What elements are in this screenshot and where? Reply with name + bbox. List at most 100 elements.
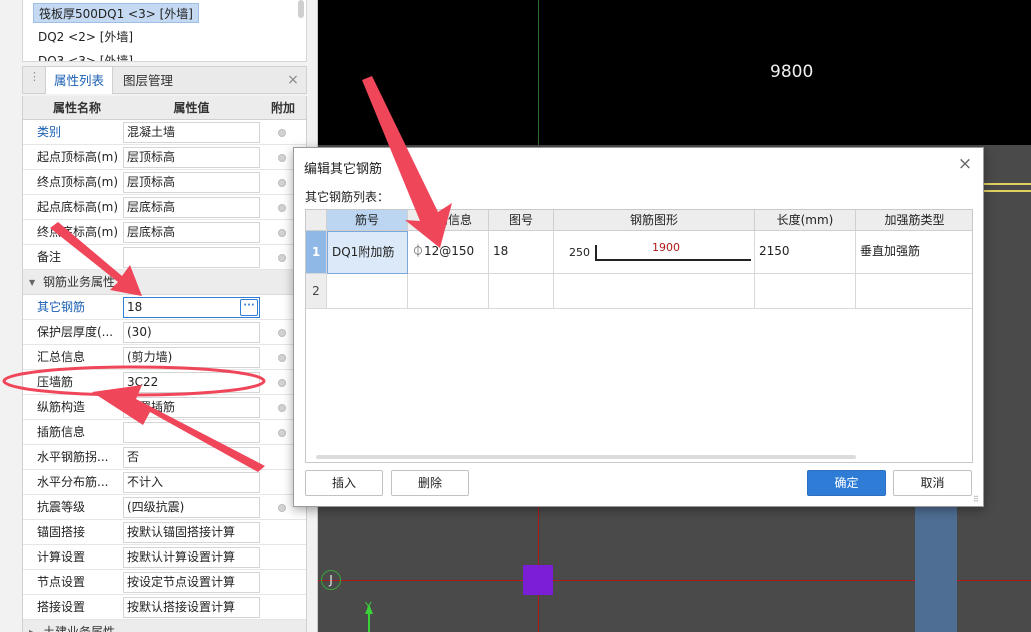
- cell-rebar-type[interactable]: [856, 274, 972, 309]
- property-value[interactable]: 3C22: [123, 372, 260, 393]
- property-value[interactable]: (剪力墙): [123, 347, 260, 368]
- property-row-longitudinal[interactable]: 纵筋构造 设置插筋: [23, 395, 306, 420]
- property-value[interactable]: 层底标高: [123, 197, 260, 218]
- column-header-length[interactable]: 长度(mm): [755, 210, 856, 231]
- cell-length[interactable]: [755, 274, 856, 309]
- property-row-end-top-elev[interactable]: 终点顶标高(m) 层顶标高: [23, 170, 306, 195]
- column-header-rebar-info[interactable]: 钢筋信息: [408, 210, 489, 231]
- extra-checkbox[interactable]: [278, 429, 286, 437]
- property-row-horizontal-dist[interactable]: 水平分布筋... 不计入: [23, 470, 306, 495]
- panel-close-icon[interactable]: ×: [286, 71, 300, 89]
- property-value[interactable]: [123, 247, 260, 268]
- property-value[interactable]: (四级抗震): [123, 497, 260, 518]
- extra-checkbox[interactable]: [278, 504, 286, 512]
- property-row-start-bottom-elev[interactable]: 起点底标高(m) 层底标高: [23, 195, 306, 220]
- property-row-start-top-elev[interactable]: 起点顶标高(m) 层顶标高: [23, 145, 306, 170]
- property-row-dowel-info[interactable]: 插筋信息: [23, 420, 306, 445]
- property-value[interactable]: (30): [123, 322, 260, 343]
- ellipsis-button[interactable]: ···: [240, 299, 258, 316]
- dialog-close-icon[interactable]: ×: [957, 155, 973, 173]
- cell-rebar-info[interactable]: [408, 274, 489, 309]
- property-value[interactable]: 按默认搭接设置计算: [123, 597, 260, 618]
- property-row-other-rebar[interactable]: 其它钢筋 18 ···: [23, 295, 306, 320]
- cell-rebar-info[interactable]: ⏀12@150: [408, 231, 489, 274]
- extra-checkbox[interactable]: [278, 204, 286, 212]
- property-value[interactable]: 不计入: [123, 472, 260, 493]
- cell-rebar-shape[interactable]: 250 1900: [554, 231, 755, 274]
- cancel-button[interactable]: 取消: [893, 470, 972, 496]
- property-name: 汇总信息: [37, 350, 86, 364]
- cell-rebar-shape[interactable]: [554, 274, 755, 309]
- column-marker[interactable]: [523, 565, 553, 595]
- extra-checkbox[interactable]: [278, 129, 286, 137]
- resize-grip-icon[interactable]: ⠿: [973, 496, 981, 504]
- property-name: 节点设置: [37, 575, 86, 589]
- expand-caret-icon[interactable]: ▶: [29, 620, 35, 632]
- property-row-calc-settings[interactable]: 计算设置 按默认计算设置计算: [23, 545, 306, 570]
- property-value[interactable]: 按默认计算设置计算: [123, 547, 260, 568]
- extra-checkbox[interactable]: [278, 179, 286, 187]
- ok-button[interactable]: 确定: [807, 470, 886, 496]
- component-item-dq3[interactable]: DQ3 <3> [外墙]: [33, 51, 138, 61]
- property-value[interactable]: 否: [123, 447, 260, 468]
- extra-checkbox[interactable]: [278, 154, 286, 162]
- property-row-press-wall-bar[interactable]: 压墙筋 3C22: [23, 370, 306, 395]
- column-header-code[interactable]: 筋号: [327, 210, 408, 231]
- property-value[interactable]: 层底标高: [123, 222, 260, 243]
- property-row-anchor-lap[interactable]: 锚固搭接 按默认锚固搭接计算: [23, 520, 306, 545]
- property-row-node-settings[interactable]: 节点设置 按设定节点设置计算: [23, 570, 306, 595]
- group-label: 钢筋业务属性: [43, 275, 116, 289]
- extra-checkbox[interactable]: [278, 404, 286, 412]
- cell-figure-no[interactable]: 18: [489, 231, 554, 274]
- extra-checkbox[interactable]: [278, 354, 286, 362]
- property-name: 纵筋构造: [37, 400, 86, 414]
- cell-figure-no[interactable]: [489, 274, 554, 309]
- cell-code[interactable]: [327, 274, 408, 309]
- axis-label-circle[interactable]: J: [321, 570, 341, 590]
- wall-edge-line: [983, 183, 1031, 185]
- property-row-lap-settings[interactable]: 搭接设置 按默认搭接设置计算: [23, 595, 306, 620]
- property-row-summary[interactable]: 汇总信息 (剪力墙): [23, 345, 306, 370]
- extra-checkbox[interactable]: [278, 329, 286, 337]
- row-number[interactable]: 2: [306, 274, 327, 309]
- property-table: 属性名称 属性值 附加 类别 混凝土墙 起点顶标高(m) 层顶标高 终点顶标高(…: [22, 96, 307, 632]
- property-value[interactable]: 混凝土墙: [123, 122, 260, 143]
- row-number[interactable]: 1: [306, 231, 327, 274]
- property-row-horizontal-bend[interactable]: 水平钢筋拐... 否: [23, 445, 306, 470]
- list-scrollbar[interactable]: [298, 0, 304, 18]
- property-row-end-bottom-elev[interactable]: 终点底标高(m) 层底标高: [23, 220, 306, 245]
- tab-layer-management[interactable]: 图层管理: [115, 67, 181, 94]
- property-value[interactable]: 按默认锚固搭接计算: [123, 522, 260, 543]
- property-row-category[interactable]: 类别 混凝土墙: [23, 120, 306, 145]
- property-value[interactable]: 按设定节点设置计算: [123, 572, 260, 593]
- component-item-dq1[interactable]: 筏板厚500DQ1 <3> [外墙]: [33, 3, 199, 23]
- grid-horizontal-scrollbar[interactable]: [316, 455, 856, 459]
- property-name: 锚固搭接: [37, 525, 86, 539]
- column-header-rebar-shape[interactable]: 钢筋图形: [554, 210, 755, 231]
- extra-checkbox[interactable]: [278, 229, 286, 237]
- property-value[interactable]: [123, 422, 260, 443]
- property-row-remark[interactable]: 备注: [23, 245, 306, 270]
- cell-code[interactable]: DQ1附加筋: [327, 231, 408, 274]
- component-item-dq2[interactable]: DQ2 <2> [外墙]: [33, 27, 138, 47]
- extra-checkbox[interactable]: [278, 379, 286, 387]
- insert-button[interactable]: 插入: [305, 470, 383, 496]
- property-row-seismic[interactable]: 抗震等级 (四级抗震): [23, 495, 306, 520]
- drag-grip-icon[interactable]: ⋮⋮: [29, 71, 52, 87]
- property-value[interactable]: 层顶标高: [123, 147, 260, 168]
- tab-property-list[interactable]: 属性列表: [45, 67, 114, 94]
- delete-button[interactable]: 删除: [391, 470, 469, 496]
- other-rebar-input[interactable]: 18 ···: [123, 297, 260, 318]
- property-value[interactable]: 设置插筋: [123, 397, 260, 418]
- group-rebar-properties[interactable]: ▼ 钢筋业务属性: [23, 270, 306, 295]
- wall-edge-line: [983, 190, 1031, 192]
- property-row-cover[interactable]: 保护层厚度(... (30): [23, 320, 306, 345]
- group-civil-properties[interactable]: ▶ 土建业务属性: [23, 620, 306, 632]
- cell-length[interactable]: 2150: [755, 231, 856, 274]
- column-header-rebar-type[interactable]: 加强筋类型: [856, 210, 972, 231]
- property-value[interactable]: 层顶标高: [123, 172, 260, 193]
- collapse-caret-icon[interactable]: ▼: [29, 270, 35, 295]
- cell-rebar-type[interactable]: 垂直加强筋: [856, 231, 972, 274]
- extra-checkbox[interactable]: [278, 254, 286, 262]
- column-header-figure-no[interactable]: 图号: [489, 210, 554, 231]
